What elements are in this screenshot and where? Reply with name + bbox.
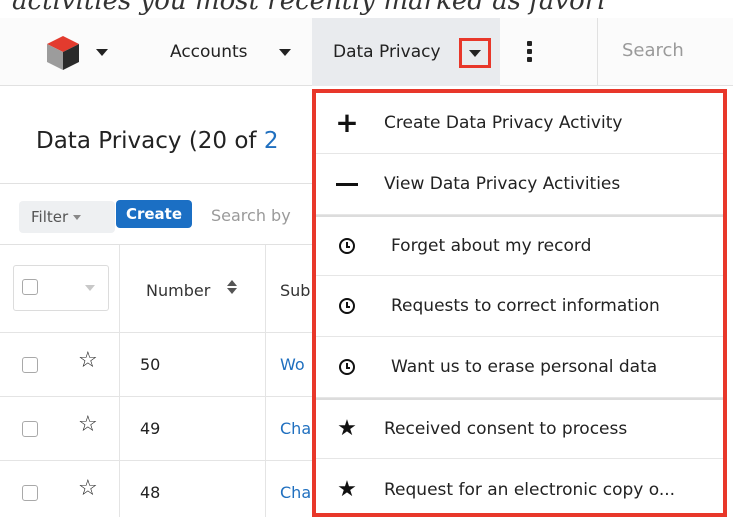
menu-item-label: Received consent to process	[384, 419, 628, 439]
row-number: 50	[140, 355, 161, 374]
mass-action-caret-icon[interactable]	[85, 285, 95, 291]
accounts-caret-icon[interactable]	[279, 49, 291, 56]
column-divider	[119, 245, 120, 333]
global-search-input[interactable]: Search	[622, 40, 684, 61]
column-divider	[265, 461, 266, 517]
filter-label: Filter	[31, 208, 69, 226]
row-subject-link[interactable]: Cha	[280, 483, 311, 502]
app-logo-icon[interactable]	[44, 34, 82, 72]
favorite-star-icon[interactable]: ☆	[78, 414, 98, 436]
list-icon	[336, 173, 358, 195]
row-number: 48	[140, 483, 161, 502]
column-header-subject[interactable]: Sub	[280, 281, 310, 300]
filter-caret-icon	[73, 214, 82, 220]
column-divider	[265, 397, 266, 461]
table-row[interactable]: ☆ 50 Wo	[0, 333, 320, 397]
page-title: Data Privacy (20 of 2	[36, 128, 278, 154]
column-divider	[119, 461, 120, 517]
clock-icon	[336, 235, 358, 257]
menu-item-view-data-privacy-activities[interactable]: View Data Privacy Activities	[316, 154, 723, 215]
star-icon: ★	[337, 416, 357, 441]
chevron-down-icon	[469, 50, 481, 57]
list-search-input[interactable]: Search by	[211, 206, 291, 225]
menu-item-want-us-to-erase-personal-data[interactable]: Want us to erase personal data	[316, 337, 723, 398]
column-divider	[265, 333, 266, 397]
menu-item-request-electronic-copy[interactable]: ★ Request for an electronic copy o...	[316, 459, 723, 513]
row-checkbox[interactable]	[22, 485, 38, 501]
filter-bar: Filter Create Search by	[0, 193, 320, 241]
nav-tab-accounts-label: Accounts	[170, 42, 248, 62]
menu-item-received-consent-to-process[interactable]: ★ Received consent to process	[316, 398, 723, 459]
menu-item-label: View Data Privacy Activities	[384, 174, 621, 194]
star-icon: ★	[337, 476, 357, 502]
create-button[interactable]: Create	[116, 200, 192, 228]
menu-item-label: Want us to erase personal data	[391, 357, 658, 377]
page-title-total-link[interactable]: 2	[264, 128, 279, 154]
row-number: 49	[140, 419, 161, 438]
menu-item-label: Requests to correct information	[391, 296, 660, 316]
sort-icon[interactable]	[227, 280, 237, 294]
logo-menu-caret-icon[interactable]	[96, 49, 108, 56]
table-row[interactable]: ☆ 48 Cha	[0, 461, 320, 517]
column-header-number[interactable]: Number	[146, 281, 210, 300]
table-row[interactable]: ☆ 49 Cha	[0, 397, 320, 461]
header-divider	[0, 183, 320, 184]
favorite-star-icon[interactable]: ☆	[78, 350, 98, 372]
clock-icon	[336, 356, 358, 378]
favorite-star-icon[interactable]: ☆	[78, 478, 98, 500]
select-all-checkbox[interactable]	[22, 279, 38, 295]
nav-tab-data-privacy-label: Data Privacy	[333, 42, 441, 62]
more-modules-kebab-icon[interactable]	[527, 41, 533, 63]
row-subject-link[interactable]: Wo	[280, 355, 305, 374]
column-divider	[265, 245, 266, 333]
menu-item-requests-to-correct-information[interactable]: Requests to correct information	[316, 276, 723, 337]
clock-icon	[336, 295, 358, 317]
row-checkbox[interactable]	[22, 357, 38, 373]
table-header-row: Number Sub	[0, 245, 320, 333]
nav-divider	[597, 18, 598, 86]
menu-item-forget-about-my-record[interactable]: Forget about my record	[316, 215, 723, 276]
column-divider	[119, 397, 120, 461]
data-privacy-dropdown-toggle[interactable]	[459, 38, 491, 68]
menu-item-create-data-privacy-activity[interactable]: + Create Data Privacy Activity	[316, 93, 723, 154]
top-navigation-bar: Accounts Data Privacy Search	[0, 18, 733, 86]
plus-icon: +	[335, 106, 359, 139]
row-subject-link[interactable]: Cha	[280, 419, 311, 438]
row-checkbox[interactable]	[22, 421, 38, 437]
menu-item-label: Request for an electronic copy o...	[384, 479, 676, 500]
column-divider	[119, 333, 120, 397]
cropped-caption-text: activities you most recently marked as f…	[12, 0, 606, 16]
menu-item-label: Create Data Privacy Activity	[384, 113, 623, 133]
menu-item-label: Forget about my record	[391, 236, 592, 256]
records-table: Number Sub ☆ 50 Wo ☆ 49 Cha ☆ 48 Cha	[0, 245, 320, 517]
nav-tab-accounts[interactable]: Accounts	[170, 18, 248, 86]
data-privacy-dropdown-menu: + Create Data Privacy Activity View Data…	[312, 89, 727, 517]
page-title-text: Data Privacy (20 of	[36, 128, 264, 154]
filter-dropdown-button[interactable]: Filter	[19, 201, 115, 233]
